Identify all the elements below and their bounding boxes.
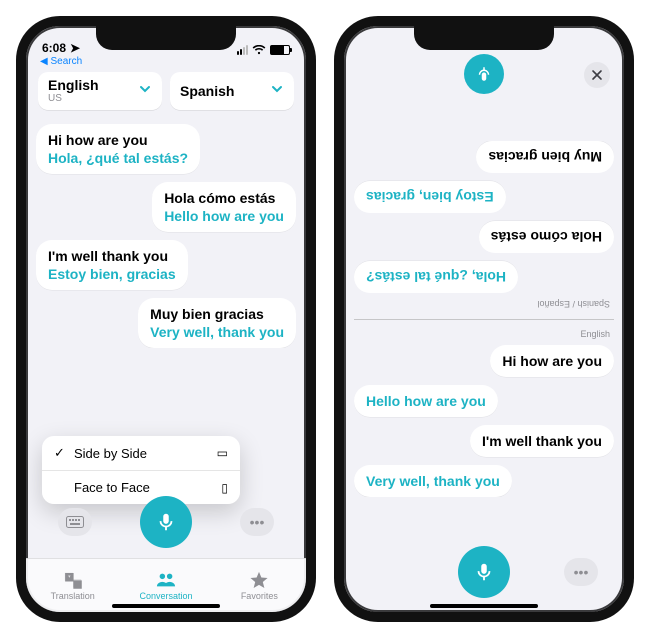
- source-language-name: English: [48, 78, 99, 93]
- view-mode-menu: ✓ Side by Side ▭ Face to Face ▯: [42, 436, 240, 504]
- side-by-side-icon: ▭: [217, 446, 228, 460]
- top-language-label: Spanish / Español: [354, 293, 614, 311]
- bubble-source-text: I'm well thank you: [48, 248, 176, 264]
- tab-favorites[interactable]: Favorites: [213, 559, 306, 612]
- notch: [96, 26, 236, 50]
- tab-translation[interactable]: Translation: [26, 559, 119, 612]
- notch: [414, 26, 554, 50]
- chevron-down-icon: [270, 82, 284, 101]
- chat-bubble[interactable]: Estoy bien, gracias: [354, 181, 506, 213]
- chat-bubble[interactable]: Muy bien gracias: [476, 141, 614, 173]
- close-icon: [591, 69, 603, 81]
- chat-bubble[interactable]: Hola, ¿qué tal estás?: [354, 261, 518, 293]
- chat-bubble[interactable]: I'm well thank you: [470, 425, 614, 457]
- location-arrow-icon: ➤: [70, 41, 80, 55]
- chat-bubble[interactable]: I'm well thank you Estoy bien, gracias: [36, 240, 188, 290]
- tab-label: Translation: [51, 591, 95, 601]
- bubble-text: Estoy bien, gracias: [366, 189, 494, 205]
- input-controls: •••: [344, 546, 624, 598]
- keyboard-button[interactable]: [58, 508, 92, 536]
- microphone-button-top[interactable]: [464, 54, 504, 94]
- chat-bubble[interactable]: Hi how are you: [490, 345, 614, 377]
- bubble-source-text: Hi how are you: [48, 132, 188, 148]
- microphone-button[interactable]: [458, 546, 510, 598]
- home-indicator[interactable]: [430, 604, 538, 608]
- status-time: 6:08: [42, 41, 66, 55]
- bubble-source-text: Hola cómo estás: [164, 190, 284, 206]
- source-language-region: US: [48, 93, 99, 104]
- chat-bubble[interactable]: Hola cómo estás Hello how are you: [152, 182, 296, 232]
- menu-item-side-by-side[interactable]: ✓ Side by Side ▭: [42, 436, 240, 470]
- bubble-text: Muy bien gracias: [488, 149, 602, 165]
- bottom-conversation[interactable]: Hi how are you Hello how are you I'm well …: [354, 345, 614, 497]
- conversation-scroll[interactable]: Hi how are you Hola, ¿qué tal estás? Hola …: [26, 118, 306, 348]
- cell-signal-icon: [237, 45, 248, 55]
- bubble-text: Hello how are you: [366, 393, 486, 409]
- phone-side-by-side: 6:08 ➤ ◀ Search English US Spanish Hi ho…: [16, 16, 316, 622]
- bubble-source-text: Muy bien gracias: [150, 306, 284, 322]
- home-indicator[interactable]: [112, 604, 220, 608]
- input-controls: •••: [26, 496, 306, 548]
- top-conversation[interactable]: Hola, ¿qué tal estás? Hola cómo estás Esto…: [354, 141, 614, 293]
- chat-bubble[interactable]: Very well, thank you: [354, 465, 512, 497]
- tab-label: Conversation: [139, 591, 192, 601]
- bubble-translated-text: Hello how are you: [164, 208, 284, 224]
- back-search-link[interactable]: ◀ Search: [40, 56, 82, 67]
- chevron-down-icon: [138, 82, 152, 101]
- close-button[interactable]: [584, 62, 610, 88]
- chat-bubble[interactable]: Hola cómo estás: [479, 221, 614, 253]
- more-button[interactable]: •••: [564, 558, 598, 586]
- microphone-button[interactable]: [140, 496, 192, 548]
- face-to-face-icon: ▯: [221, 481, 228, 495]
- chat-bubble[interactable]: Hello how are you: [354, 385, 498, 417]
- wifi-icon: [252, 45, 266, 55]
- bubble-text: Hola, ¿qué tal estás?: [366, 269, 506, 285]
- target-language-picker[interactable]: Spanish: [170, 72, 294, 110]
- chat-bubble[interactable]: Hi how are you Hola, ¿qué tal estás?: [36, 124, 200, 174]
- target-language-name: Spanish: [180, 84, 234, 99]
- bubble-text: Hola cómo estás: [491, 229, 602, 245]
- checkmark-icon: ✓: [54, 445, 68, 461]
- source-language-picker[interactable]: English US: [38, 72, 162, 110]
- bubble-text: Hi how are you: [502, 353, 602, 369]
- bubble-translated-text: Hola, ¿qué tal estás?: [48, 150, 188, 166]
- bubble-translated-text: Estoy bien, gracias: [48, 266, 176, 282]
- bubble-text: I'm well thank you: [482, 433, 602, 449]
- more-button[interactable]: •••: [240, 508, 274, 536]
- face-to-face-bottom-pane: English Hi how are you Hello how are you I…: [344, 319, 624, 552]
- bottom-language-label: English: [354, 327, 614, 345]
- bubble-text: Very well, thank you: [366, 473, 500, 489]
- phone-face-to-face: Spanish / Español Hola, ¿qué tal estás?H…: [334, 16, 634, 622]
- chat-bubble[interactable]: Muy bien gracias Very well, thank you: [138, 298, 296, 348]
- bubble-translated-text: Very well, thank you: [150, 324, 284, 340]
- tab-label: Favorites: [241, 591, 278, 601]
- battery-icon: [270, 45, 290, 55]
